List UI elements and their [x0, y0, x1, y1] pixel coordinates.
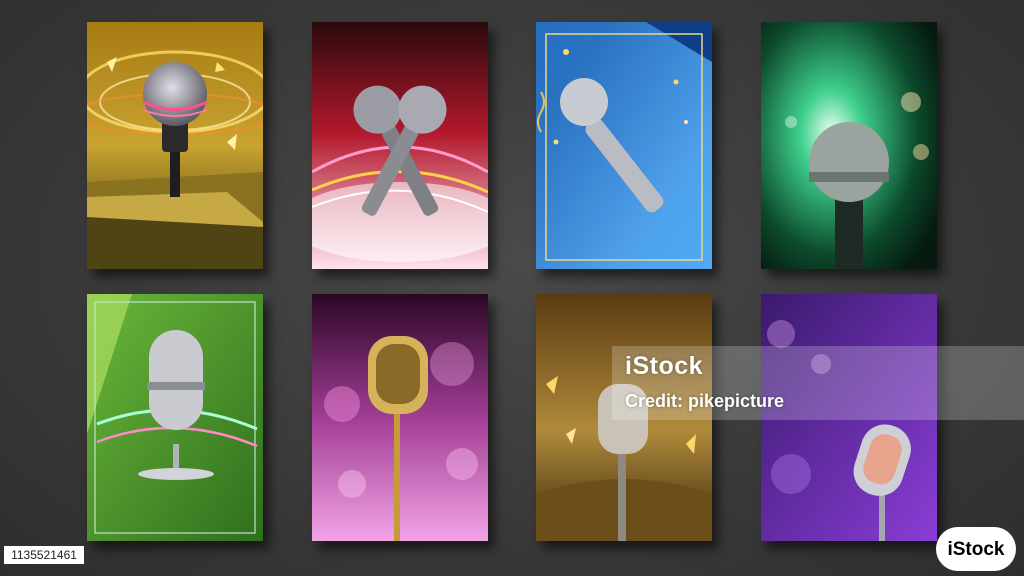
green-retro-illustration [87, 294, 263, 541]
poster-blue-confetti-mic [536, 22, 712, 269]
watermark-brand: iStock [625, 352, 704, 380]
poster-green-spotlight-mic [761, 22, 937, 269]
poster-green-retro-mic [87, 294, 263, 541]
green-spotlight-illustration [761, 22, 937, 269]
poster-gold-stage-mic [87, 22, 263, 269]
crossed-mics-illustration [312, 22, 488, 269]
watermark-credit: Credit: pikepicture [625, 391, 785, 411]
purple-gold-illustration [312, 294, 488, 541]
blue-confetti-illustration [536, 22, 712, 269]
istock-logo: iStock [936, 527, 1016, 571]
poster-red-crossed-mics [312, 22, 488, 269]
istock-logo-text: iStock [947, 539, 1005, 560]
poster-purple-gold-mic [312, 294, 488, 541]
gold-stage-illustration [87, 22, 263, 269]
image-id-label: 1135521461 [4, 546, 84, 564]
